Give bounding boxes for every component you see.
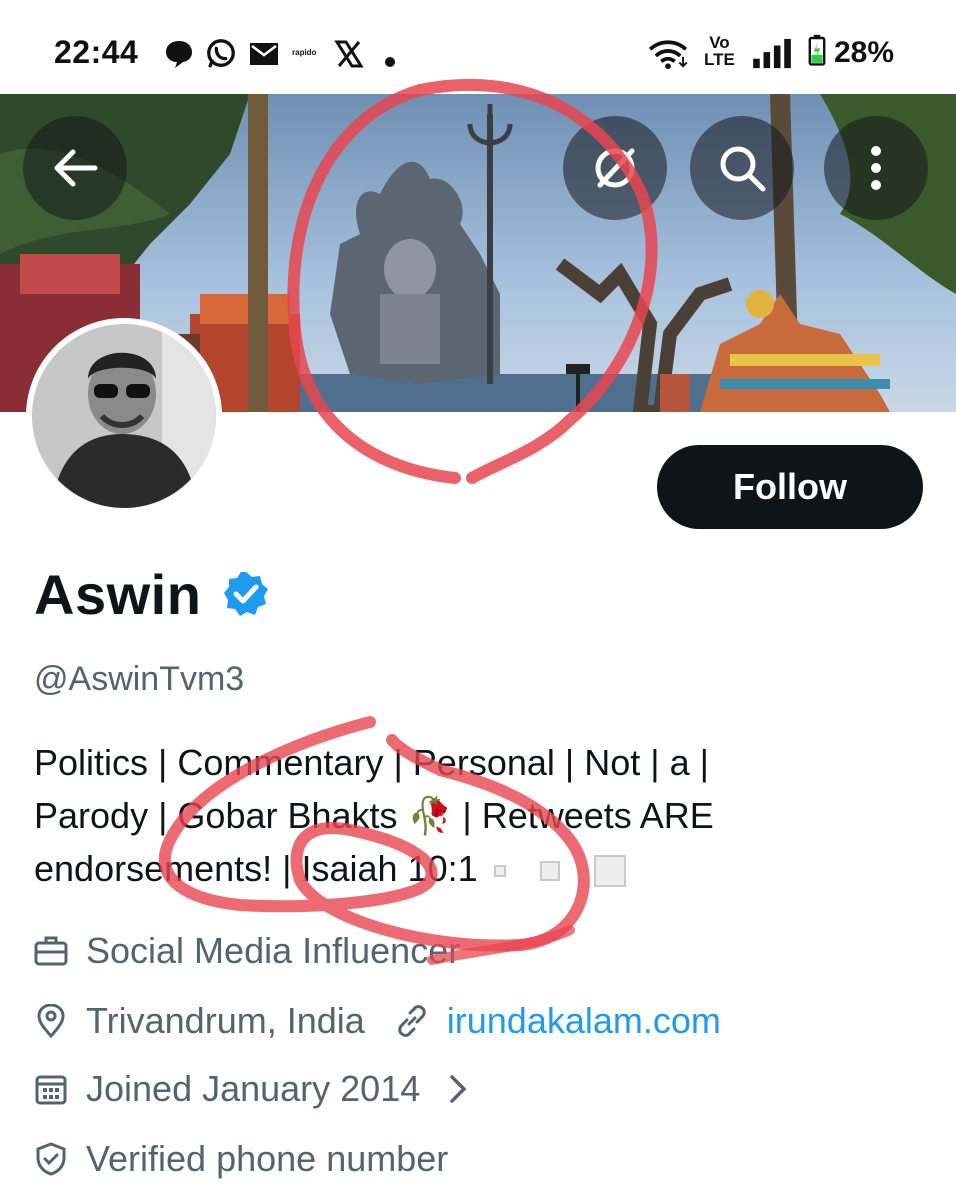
user-handle: @AswinTvm3: [34, 660, 245, 698]
rapido-label: rapido: [292, 48, 317, 57]
verified-badge-icon[interactable]: [222, 570, 270, 618]
wifi-icon: [648, 40, 688, 70]
avatar-photo: [32, 324, 216, 508]
grok-button[interactable]: [563, 116, 667, 220]
medium-square-icon: [539, 861, 560, 882]
link-icon: [398, 1005, 426, 1037]
bio-line-text: endorsements! | Isaiah 10:1: [34, 848, 478, 889]
small-square-icon: [493, 865, 506, 878]
status-bar: 22:44 rapido Vo LTE 28%: [0, 0, 956, 94]
location-website-row: Trivandrum, India irundakalam.com: [34, 996, 721, 1046]
website-link[interactable]: irundakalam.com: [447, 1000, 721, 1042]
briefcase-icon: [34, 936, 68, 966]
calendar-icon: [35, 1075, 67, 1105]
grok-icon: [595, 148, 635, 188]
volte-top: Vo: [709, 33, 730, 52]
more-options-button[interactable]: [824, 116, 928, 220]
search-button[interactable]: [690, 116, 794, 220]
search-icon: [720, 146, 766, 192]
x-logo-icon: [334, 40, 364, 68]
joined-row[interactable]: Joined January 2014: [34, 1064, 468, 1114]
volte-bottom: LTE: [704, 50, 735, 69]
large-square-icon: [593, 855, 626, 888]
mail-icon: [250, 43, 278, 65]
verified-phone-text: Verified phone number: [86, 1138, 449, 1179]
battery-percentage: 28%: [834, 36, 895, 69]
profession-row: Social Media Influencer: [34, 926, 460, 976]
avatar[interactable]: [26, 318, 222, 514]
signal-bars-icon: [753, 38, 791, 69]
battery-charging-icon: [808, 34, 826, 66]
shield-check-icon: [36, 1142, 66, 1176]
status-time: 22:44: [54, 34, 139, 70]
bio-line: Parody | Gobar Bhakts 🥀 | Retweets ARE: [34, 795, 714, 836]
location-pin-icon: [37, 1004, 65, 1038]
location-text: Trivandrum, India: [86, 1000, 365, 1041]
follow-button[interactable]: Follow: [657, 445, 923, 529]
display-name: Aswin: [34, 563, 202, 626]
more-vertical-icon: [871, 146, 881, 190]
profession-text: Social Media Influencer: [86, 930, 461, 971]
bio-line-3: endorsements! | Isaiah 10:1: [34, 842, 924, 895]
chat-bubble-icon: [166, 41, 192, 68]
avatar-image: [32, 324, 216, 508]
back-button[interactable]: [23, 116, 127, 220]
back-arrow-icon: [54, 149, 98, 187]
volte-indicator: Vo LTE: [704, 33, 735, 69]
bio-line: Politics | Commentary | Personal | Not |…: [34, 742, 709, 783]
whatsapp-icon: [207, 39, 235, 68]
dot-icon: [385, 57, 395, 67]
verified-phone-row: Verified phone number: [34, 1134, 448, 1184]
chevron-right-icon: [450, 1075, 467, 1103]
joined-text: Joined January 2014: [86, 1068, 421, 1109]
profile-bio: Politics | Commentary | Personal | Not |…: [34, 736, 924, 895]
rapido-icon: rapido: [292, 48, 316, 80]
